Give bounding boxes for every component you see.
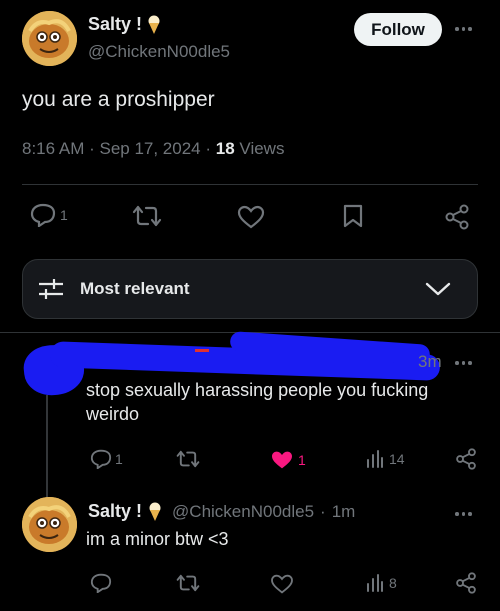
share-icon (445, 204, 469, 230)
author-avatar[interactable] (22, 497, 77, 552)
post-time[interactable]: 8:16 AM (22, 139, 84, 159)
sort-replies-dropdown[interactable]: Most relevant (22, 259, 478, 319)
repost-button[interactable] (176, 573, 200, 593)
follow-button[interactable]: Follow (354, 13, 442, 46)
reply-count: 1 (60, 207, 68, 223)
meta-separator: · (84, 139, 100, 158)
heart-icon (271, 574, 293, 594)
share-button[interactable] (455, 572, 477, 594)
repost-button[interactable] (176, 449, 200, 469)
redaction-accent (195, 349, 209, 352)
meta-separator: · (320, 501, 326, 521)
reply-button[interactable]: 1 (30, 203, 68, 227)
views-label: Views (239, 139, 285, 158)
views-button[interactable]: 8 (366, 574, 397, 592)
author-handle[interactable]: @ChickenN00dle5 (172, 502, 314, 522)
reply-button[interactable] (90, 573, 112, 593)
post-date[interactable]: Sep 17, 2024 (99, 139, 200, 159)
views-count: 14 (389, 451, 405, 467)
reply-count: 1 (115, 451, 123, 467)
sort-label: Most relevant (80, 279, 190, 298)
repost-icon (176, 574, 200, 592)
more-options-icon[interactable] (455, 27, 472, 31)
more-options-icon[interactable] (455, 361, 472, 365)
reply-icon (90, 449, 112, 469)
more-options-icon[interactable] (455, 512, 472, 516)
reply-text: im a minor btw <3 (86, 529, 229, 549)
repost-icon (176, 450, 200, 468)
heart-filled-icon (272, 451, 292, 469)
meta-separator: · (200, 139, 216, 158)
post-meta: 8:16 AM · Sep 17, 2024 · 18 Views (22, 139, 284, 159)
heart-icon (237, 205, 265, 229)
reply-text: stop sexually harassing people you fucki… (86, 380, 429, 424)
filter-icon (37, 277, 65, 301)
reply-time[interactable]: 1m (332, 502, 356, 522)
share-icon (456, 448, 476, 470)
author-display-name[interactable]: Salty ! (88, 501, 142, 522)
repost-icon (132, 205, 162, 227)
thread-line (46, 395, 48, 497)
like-count: 1 (298, 452, 306, 468)
ice-cream-icon (147, 15, 161, 35)
bookmark-button[interactable] (342, 203, 364, 229)
bookmark-icon (343, 204, 363, 228)
reply-time[interactable]: 3m (418, 352, 442, 372)
author-name-row[interactable]: Salty ! (88, 14, 161, 35)
like-button[interactable] (270, 574, 294, 594)
reply-icon (90, 573, 112, 593)
views-count: 18 (215, 139, 235, 158)
chevron-down-icon (425, 281, 451, 297)
views-icon (367, 574, 383, 592)
divider (22, 184, 478, 185)
like-button[interactable]: 1 (270, 450, 306, 470)
reply-author-row: Salty ! @ChickenN00dle5 · 1m (88, 501, 355, 522)
post-text: you are a proshipper (22, 88, 215, 111)
like-button[interactable] (237, 205, 265, 229)
author-handle[interactable]: @ChickenN00dle5 (88, 42, 230, 62)
author-display-name[interactable]: Salty ! (88, 14, 142, 35)
reply-icon (30, 203, 56, 227)
share-icon (456, 572, 476, 594)
reply-button[interactable]: 1 (90, 449, 123, 469)
ice-cream-icon (148, 502, 162, 522)
views-icon (367, 450, 383, 468)
author-avatar[interactable] (22, 11, 77, 66)
views-count: 8 (389, 575, 397, 591)
views-button[interactable]: 14 (366, 450, 405, 468)
repost-button[interactable] (132, 204, 162, 228)
share-button[interactable] (444, 204, 470, 230)
share-button[interactable] (455, 448, 477, 470)
